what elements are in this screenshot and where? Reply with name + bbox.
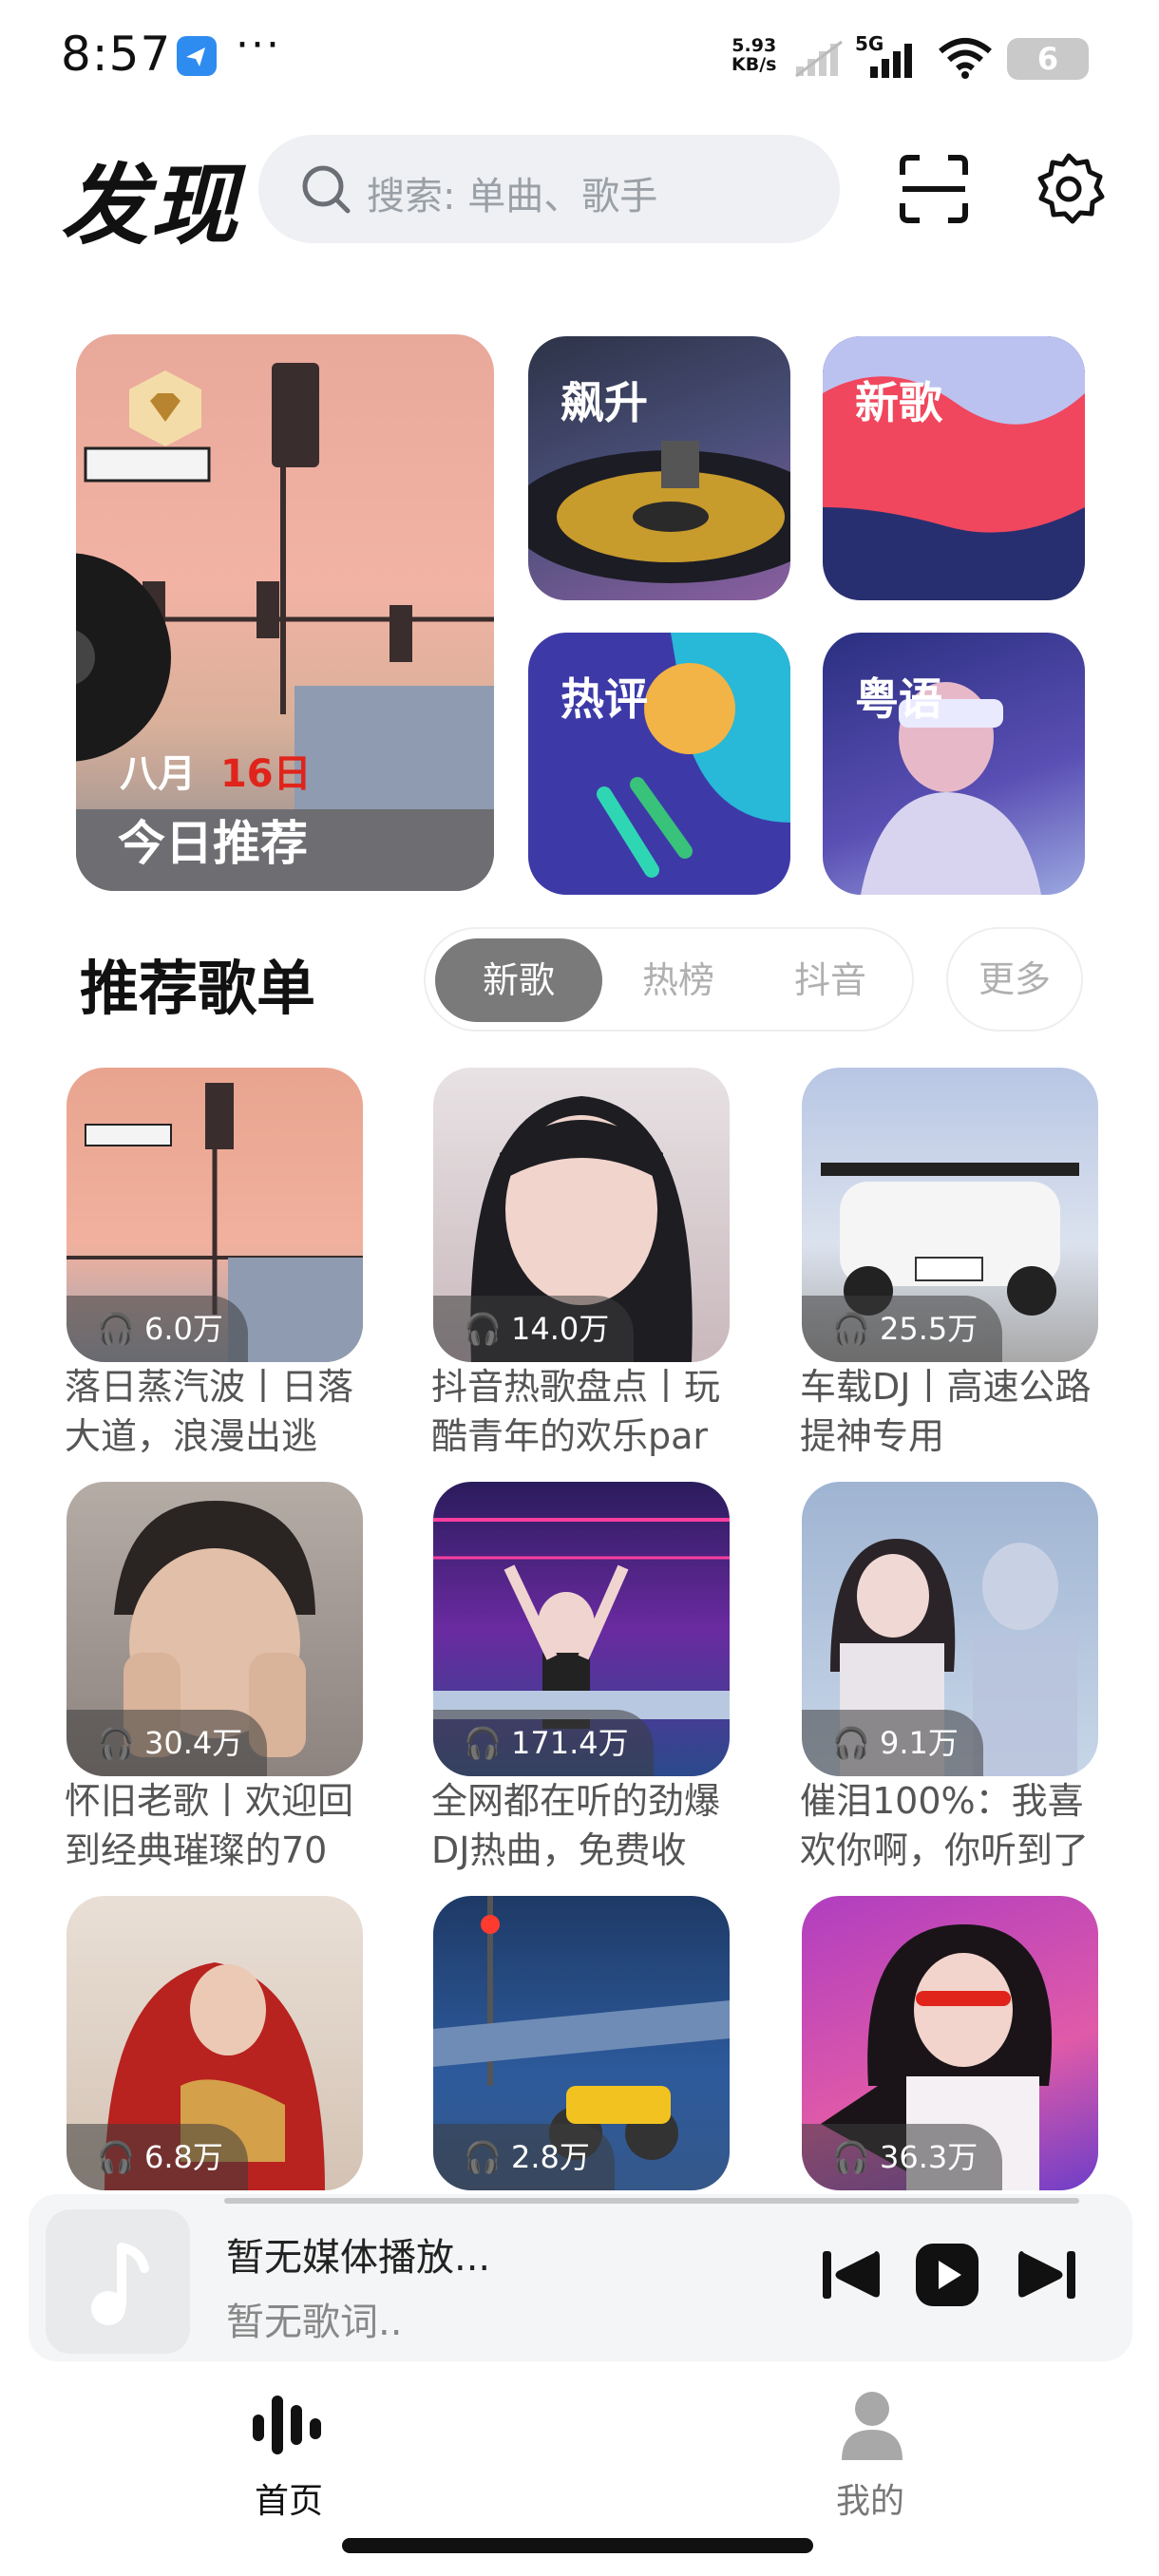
playlist-title[interactable]: 落日蒸汽波丨日落大道，浪漫出逃	[65, 1362, 378, 1461]
playlist-title[interactable]: 怀旧老歌丨欢迎回到经典璀璨的70	[65, 1776, 378, 1875]
playback-progress-bar[interactable]	[224, 2198, 1079, 2204]
playlist-cover[interactable]: 🎧 6.8万	[66, 1896, 363, 2190]
play-count-badge: 🎧 30.4万	[66, 1710, 268, 1776]
search-icon	[300, 163, 352, 218]
playlist-tab-group: 新歌 热榜 抖音	[424, 927, 914, 1032]
profile-icon[interactable]	[838, 2388, 906, 2464]
play-count-badge: 🎧 14.0万	[433, 1296, 635, 1362]
tile-cantonese-label: 粤语	[855, 673, 942, 725]
play-icon[interactable]	[914, 2242, 980, 2312]
tile-soaring-label: 飙升	[560, 377, 648, 428]
playlist-cover[interactable]: 🎧 36.3万	[802, 1896, 1098, 2190]
playlist-cover[interactable]: 🎧 25.5万	[802, 1068, 1098, 1362]
more-notifications-icon: ···	[236, 21, 281, 69]
daily-recommend-card[interactable]: 八月 16日 今日推荐	[76, 334, 494, 891]
headphones-icon: 🎧	[464, 1311, 502, 1347]
more-button[interactable]: 更多	[946, 927, 1083, 1032]
nav-home-label[interactable]: 首页	[255, 2473, 323, 2523]
daily-recommend-label: 今日推荐	[118, 816, 308, 871]
network-speed: 5.93 KB/s	[732, 36, 776, 74]
playlist-title[interactable]: 抖音热歌盘点丨玩酷青年的欢乐par	[431, 1362, 745, 1461]
headphones-icon: 🎧	[464, 1725, 502, 1761]
signal-weak-icon	[794, 40, 847, 82]
tile-new-songs[interactable]: 新歌	[823, 336, 1085, 600]
play-count-badge: 🎧 6.8万	[66, 2124, 248, 2190]
playlist-title[interactable]: 车载DJ丨高速公路提神专用	[800, 1362, 1113, 1461]
home-indicator[interactable]	[342, 2538, 813, 2553]
play-count: 2.8万	[511, 2139, 590, 2175]
previous-track-icon[interactable]	[819, 2244, 882, 2310]
daily-day: 16日	[219, 752, 312, 796]
headphones-icon: 🎧	[97, 1311, 135, 1347]
next-track-icon[interactable]	[1016, 2244, 1079, 2310]
play-count: 30.4万	[144, 1725, 243, 1761]
headphones-icon: 🎧	[464, 2139, 502, 2175]
headphones-icon: 🎧	[832, 2139, 870, 2175]
playlist-cover[interactable]: 🎧 30.4万	[66, 1482, 363, 1776]
play-count-badge: 🎧 2.8万	[433, 2124, 615, 2190]
now-playing-thumbnail[interactable]	[46, 2209, 190, 2354]
now-playing-lyrics: 暂无歌词..	[226, 2301, 403, 2344]
tile-hot-comments[interactable]: 热评	[528, 633, 790, 895]
nav-mine-label[interactable]: 我的	[836, 2473, 904, 2523]
daily-month: 八月	[120, 752, 196, 796]
home-bars-icon[interactable]	[249, 2390, 325, 2464]
playlist-title[interactable]: 全网都在听的劲爆DJ热曲，免费收	[431, 1776, 745, 1875]
status-time: 8:57	[61, 27, 172, 82]
playlist-title[interactable]: 催泪100%：我喜欢你啊，你听到了	[800, 1776, 1113, 1875]
settings-gear-icon[interactable]	[1032, 152, 1106, 230]
music-note-icon	[91, 2243, 149, 2325]
tile-cantonese[interactable]: 粤语	[823, 633, 1085, 895]
network-speed-value: 5.93	[732, 35, 777, 56]
play-count: 14.0万	[511, 1311, 610, 1347]
playlist-cover[interactable]: 🎧 6.0万	[66, 1068, 363, 1362]
scan-icon[interactable]	[899, 154, 969, 228]
play-count: 6.8万	[144, 2139, 223, 2175]
tab-hot-chart[interactable]: 热榜	[602, 938, 754, 1022]
tab-new-songs[interactable]: 新歌	[435, 938, 602, 1022]
play-count-badge: 🎧 9.1万	[802, 1710, 983, 1776]
search-placeholder: 搜索: 单曲、歌手	[367, 175, 658, 218]
now-playing-title: 暂无媒体播放...	[226, 2236, 491, 2280]
playlist-cover[interactable]: 🎧 9.1万	[802, 1482, 1098, 1776]
play-count-badge: 🎧 36.3万	[802, 2124, 1003, 2190]
tile-soaring[interactable]: 飙升	[528, 336, 790, 600]
play-count: 9.1万	[880, 1725, 959, 1761]
app-notification-icon	[177, 36, 217, 76]
headphones-icon: 🎧	[97, 1725, 135, 1761]
playlist-cover[interactable]: 🎧 2.8万	[433, 1896, 730, 2190]
network-speed-unit: KB/s	[732, 54, 777, 75]
play-count-badge: 🎧 25.5万	[802, 1296, 1003, 1362]
headphones-icon: 🎧	[97, 2139, 135, 2175]
headphones-icon: 🎧	[832, 1725, 870, 1761]
section-title: 推荐歌单	[80, 954, 316, 1023]
tab-douyin[interactable]: 抖音	[754, 938, 906, 1022]
play-count: 171.4万	[511, 1725, 629, 1761]
page-title: 发现	[61, 155, 240, 256]
play-count: 25.5万	[880, 1311, 978, 1347]
play-count: 36.3万	[880, 2139, 978, 2175]
tile-new-songs-label: 新歌	[855, 377, 942, 428]
playlist-cover[interactable]: 🎧 171.4万	[433, 1482, 730, 1776]
play-count: 6.0万	[144, 1311, 223, 1347]
wifi-icon	[937, 36, 994, 84]
play-count-badge: 🎧 171.4万	[433, 1710, 654, 1776]
tile-hot-comments-label: 热评	[560, 673, 648, 725]
battery-indicator: 6	[1007, 38, 1089, 80]
headphones-icon: 🎧	[832, 1311, 870, 1347]
playlist-cover[interactable]: 🎧 14.0万	[433, 1068, 730, 1362]
play-count-badge: 🎧 6.0万	[66, 1296, 248, 1362]
signal-strength-icon	[868, 42, 918, 84]
